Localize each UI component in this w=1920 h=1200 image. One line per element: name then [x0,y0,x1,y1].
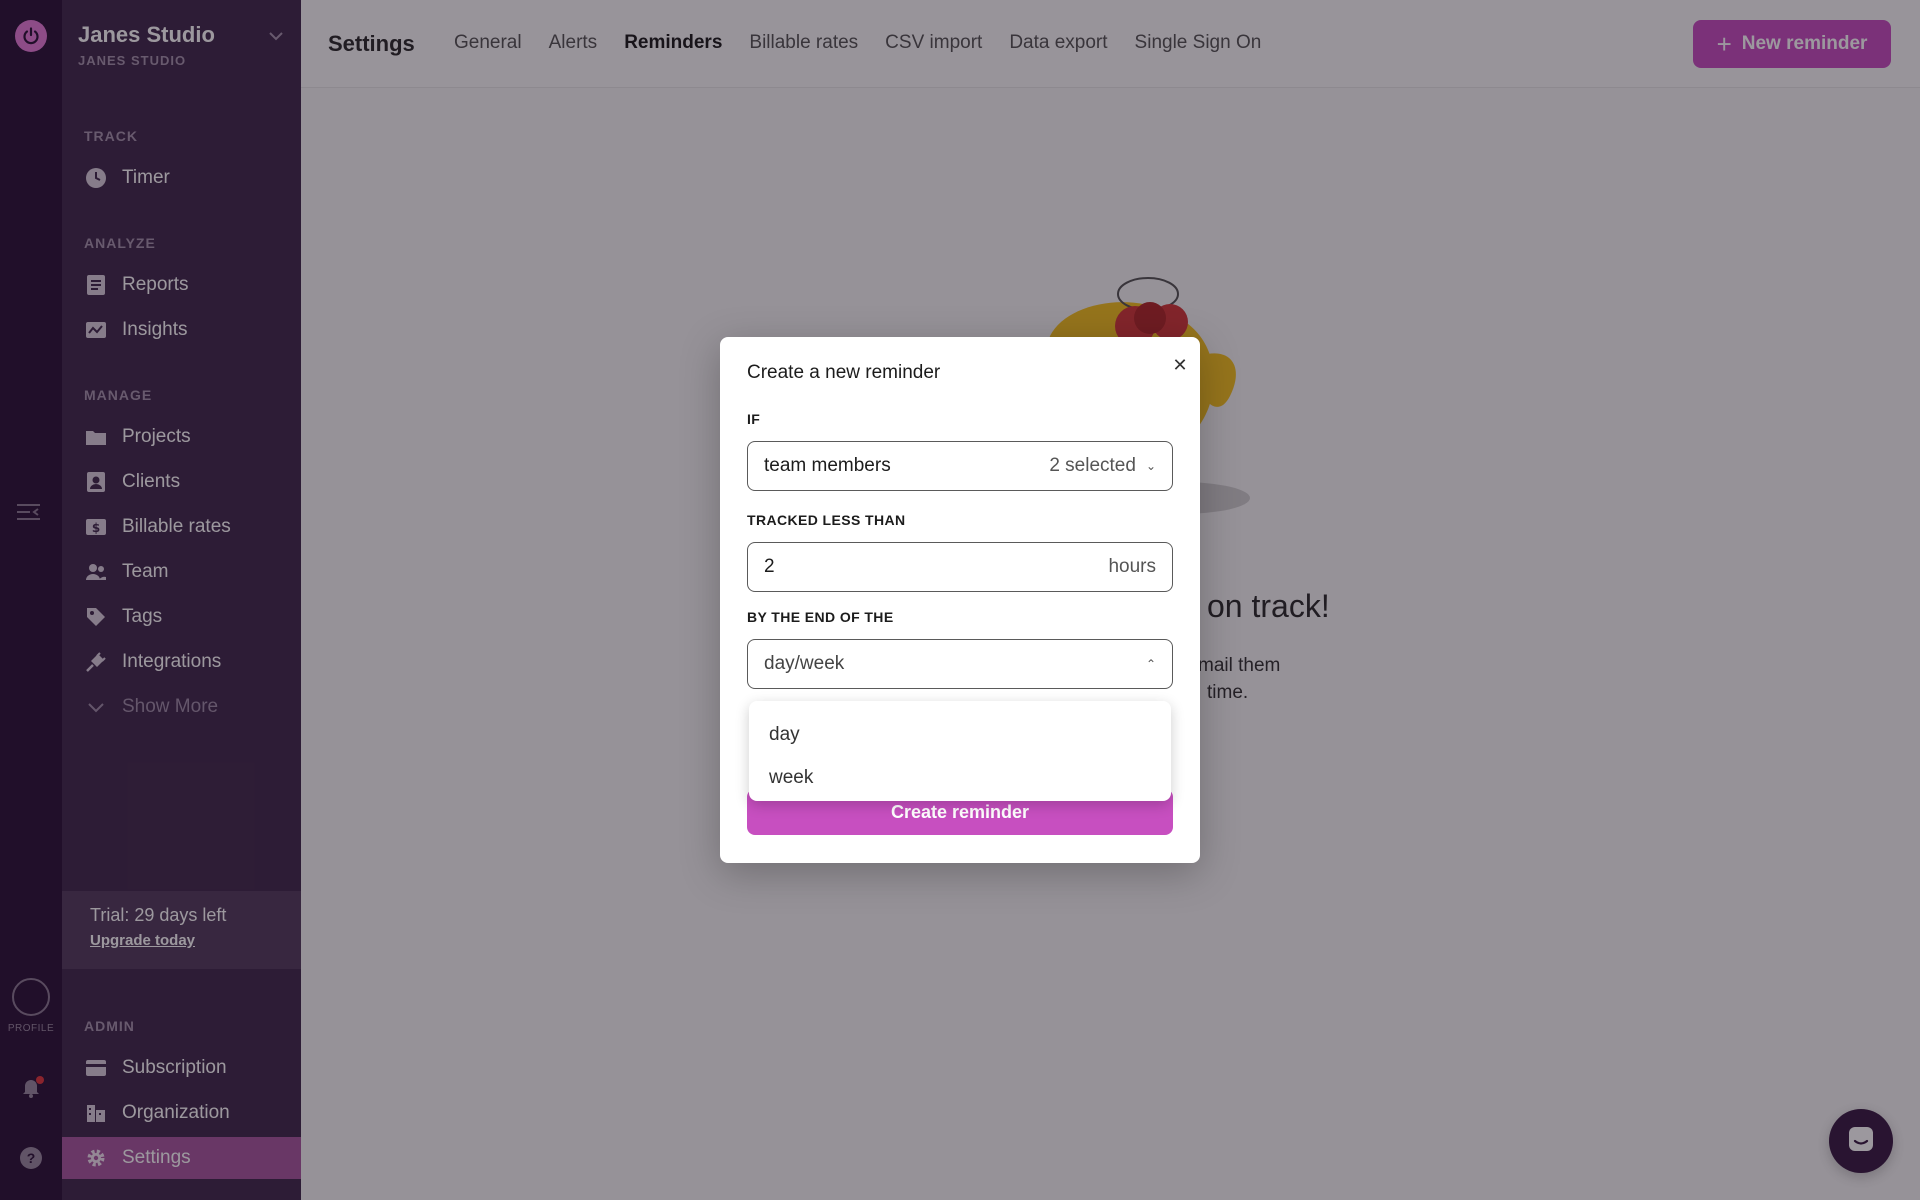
if-label: IF [747,411,761,427]
chevron-down-icon: ⌄ [1145,459,1156,473]
period-select[interactable]: day/week ⌃ [747,639,1173,689]
create-reminder-modal: Create a new reminder ✕ IF team members … [720,337,1200,863]
team-members-select[interactable]: team members 2 selected ⌄ [747,441,1173,491]
tracked-less-than-label: TRACKED LESS THAN [747,512,906,528]
period-value: day/week [764,653,845,674]
period-dropdown: day week [749,701,1171,801]
chevron-up-icon: ⌃ [1145,657,1156,671]
period-option-day[interactable]: day [749,713,1171,756]
hours-unit: hours [1108,556,1156,577]
team-members-value: team members [764,455,891,476]
by-end-of-label: BY THE END OF THE [747,609,894,625]
close-icon[interactable]: ✕ [1168,353,1192,377]
hours-input[interactable]: 2 hours [747,542,1173,592]
period-option-week[interactable]: week [749,756,1171,799]
modal-title: Create a new reminder [747,362,941,383]
selected-count: 2 selected [1049,455,1136,476]
hours-value: 2 [764,556,775,577]
